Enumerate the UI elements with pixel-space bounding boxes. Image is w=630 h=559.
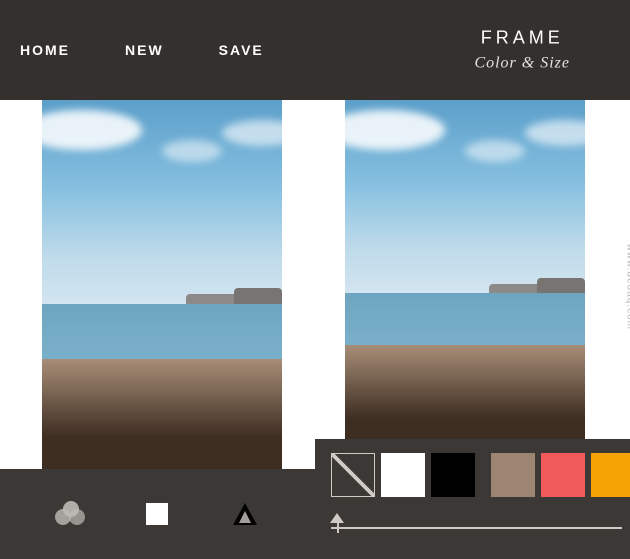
topbar-nav: HOME NEW SAVE [0, 42, 264, 58]
frame-title: FRAME [474, 28, 570, 49]
swatch-coral[interactable] [541, 453, 585, 497]
swatch-white[interactable] [381, 453, 425, 497]
swatch-taupe[interactable] [491, 453, 535, 497]
shape-icon [231, 501, 259, 527]
color-swatches [315, 453, 630, 497]
size-slider[interactable] [315, 515, 630, 533]
frame-subtitle: Color & Size [474, 55, 570, 73]
home-button[interactable]: HOME [20, 42, 70, 58]
topbar: HOME NEW SAVE FRAME Color & Size [0, 0, 630, 100]
filters-button[interactable] [52, 496, 88, 532]
slider-thumb[interactable] [330, 513, 344, 523]
frame-panel [315, 439, 630, 559]
swatch-none[interactable] [331, 453, 375, 497]
filters-icon [55, 501, 85, 527]
swatch-black[interactable] [431, 453, 475, 497]
save-button[interactable]: SAVE [219, 42, 264, 58]
frame-icon [146, 503, 168, 525]
shape-button[interactable] [227, 496, 263, 532]
section-label: FRAME Color & Size [474, 28, 570, 73]
canvas-image[interactable] [345, 100, 585, 450]
canvas-image[interactable] [42, 100, 282, 470]
slider-track [331, 527, 622, 529]
watermark: www.deuaq.com [624, 243, 630, 329]
swatch-amber[interactable] [591, 453, 630, 497]
content: www.deuaq.com [0, 100, 630, 559]
tool-bar [0, 469, 315, 559]
frame-button[interactable] [139, 496, 175, 532]
new-button[interactable]: NEW [125, 42, 164, 58]
